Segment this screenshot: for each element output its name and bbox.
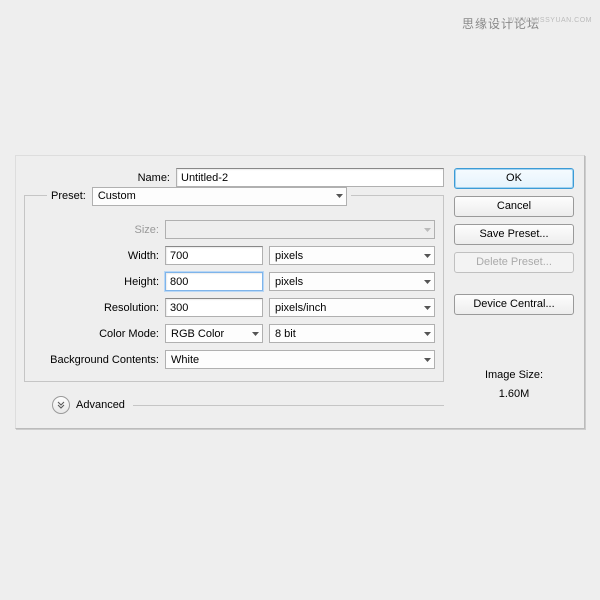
chevron-down-icon bbox=[252, 330, 259, 337]
resolution-input[interactable] bbox=[165, 298, 263, 317]
width-input[interactable] bbox=[165, 246, 263, 265]
chevron-down-icon bbox=[424, 304, 431, 311]
chevron-down-icon bbox=[424, 252, 431, 259]
new-document-dialog: Name: Preset: Custom Size: bbox=[15, 155, 585, 429]
preset-dropdown[interactable]: Custom bbox=[92, 187, 347, 206]
watermark-url: WWW.MISSYUAN.COM bbox=[508, 17, 592, 24]
delete-preset-button: Delete Preset... bbox=[454, 252, 574, 273]
bg-contents-label: Background Contents: bbox=[35, 354, 165, 366]
resolution-label: Resolution: bbox=[35, 302, 165, 314]
preset-label: Preset: bbox=[51, 190, 92, 202]
resolution-units-dropdown[interactable]: pixels/inch bbox=[269, 298, 435, 317]
divider bbox=[133, 405, 444, 406]
width-label: Width: bbox=[35, 250, 165, 262]
ok-button[interactable]: OK bbox=[454, 168, 574, 189]
chevron-down-icon bbox=[424, 330, 431, 337]
name-input[interactable] bbox=[176, 168, 444, 187]
bg-contents-dropdown[interactable]: White bbox=[165, 350, 435, 369]
image-size-label: Image Size: bbox=[454, 366, 574, 385]
chevron-down-icon bbox=[424, 356, 431, 363]
size-label: Size: bbox=[35, 224, 165, 236]
size-dropdown bbox=[165, 220, 435, 239]
height-label: Height: bbox=[35, 276, 165, 288]
advanced-toggle[interactable] bbox=[52, 396, 70, 414]
preset-group: Preset: Custom Size: Width: bbox=[24, 195, 444, 382]
chevron-down-icon bbox=[424, 278, 431, 285]
image-size-info: Image Size: 1.60M bbox=[454, 366, 574, 403]
cancel-button[interactable]: Cancel bbox=[454, 196, 574, 217]
height-units-dropdown[interactable]: pixels bbox=[269, 272, 435, 291]
height-input[interactable] bbox=[165, 272, 263, 291]
chevron-down-icon bbox=[336, 193, 343, 200]
advanced-label: Advanced bbox=[76, 399, 125, 411]
chevron-down-icon bbox=[424, 226, 431, 233]
save-preset-button[interactable]: Save Preset... bbox=[454, 224, 574, 245]
device-central-button[interactable]: Device Central... bbox=[454, 294, 574, 315]
name-label: Name: bbox=[34, 172, 176, 184]
color-mode-label: Color Mode: bbox=[35, 328, 165, 340]
width-units-dropdown[interactable]: pixels bbox=[269, 246, 435, 265]
image-size-value: 1.60M bbox=[454, 385, 574, 404]
bit-depth-dropdown[interactable]: 8 bit bbox=[269, 324, 435, 343]
color-mode-dropdown[interactable]: RGB Color bbox=[165, 324, 263, 343]
